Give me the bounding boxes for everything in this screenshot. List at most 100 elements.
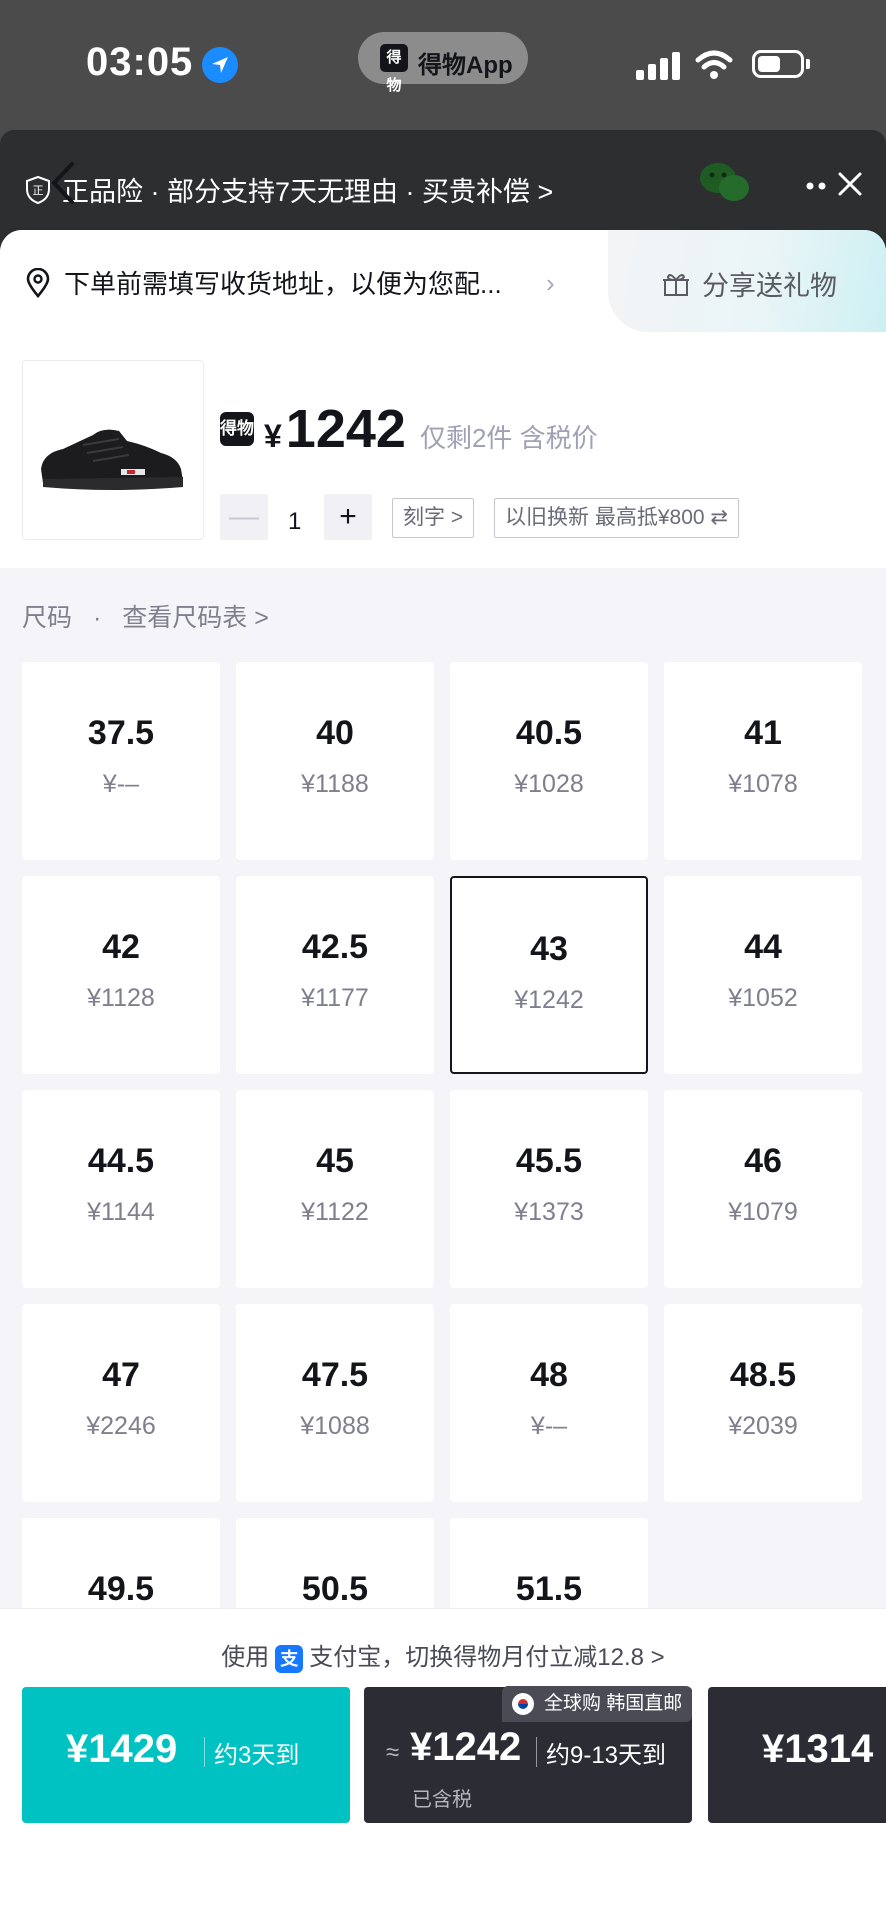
- quantity-plus-button[interactable]: +: [324, 494, 372, 540]
- status-bar: 03:05 得物 得物App: [0, 0, 886, 130]
- size-option[interactable]: 44 ¥1052: [664, 876, 862, 1074]
- size-price: ¥1188: [301, 770, 369, 798]
- wechat-icon[interactable]: [698, 160, 754, 206]
- size-price: ¥1177: [301, 984, 369, 1012]
- guarantee-text: 正品险 · 部分支持7天无理由 · 买贵补偿 >: [62, 177, 554, 207]
- price-value: 1242: [285, 399, 406, 459]
- size-value: 51.5: [515, 1570, 583, 1608]
- product-price: ¥ 1242 仅剩2件 含税价: [264, 398, 598, 460]
- purchase-bar: 使用支支付宝，切换得物月付立减12.8 > ¥1429 约3天到 ≈ ¥1242…: [0, 1608, 886, 1920]
- size-option[interactable]: 45 ¥1122: [236, 1090, 434, 1288]
- size-price: ¥1128: [87, 984, 155, 1012]
- global-shipping-label: 全球购 韩国直邮: [544, 1693, 683, 1714]
- size-value: 49.5: [87, 1570, 155, 1608]
- size-option[interactable]: 42.5 ¥1177: [236, 876, 434, 1074]
- korea-flag-icon: [512, 1693, 534, 1715]
- sneaker-image: [41, 429, 183, 490]
- size-option[interactable]: 47 ¥2246: [22, 1304, 220, 1502]
- size-price: ¥1144: [87, 1198, 155, 1226]
- size-value: 45: [316, 1142, 354, 1180]
- address-text: 下单前需填写收货地址，以便为您配...: [64, 269, 502, 299]
- approx-symbol: ≈: [386, 1739, 400, 1766]
- chevron-right-icon: ›: [546, 268, 555, 298]
- size-option[interactable]: 48 ¥-–: [450, 1304, 648, 1502]
- size-value: 37.5: [87, 714, 155, 752]
- app-pill-label: 得物App: [418, 52, 513, 79]
- size-value: 47.5: [301, 1356, 369, 1394]
- more-icon[interactable]: [806, 182, 832, 190]
- size-value: 42: [102, 928, 140, 966]
- size-option[interactable]: 40.5 ¥1028: [450, 662, 648, 860]
- buy-other-price: ¥1314: [762, 1727, 874, 1771]
- address-bar[interactable]: 下单前需填写收货地址，以便为您配... › 分享送礼物: [0, 230, 886, 332]
- address-row[interactable]: 下单前需填写收货地址，以便为您配... ›: [26, 264, 555, 301]
- buy-overseas-price: ¥1242: [410, 1725, 522, 1769]
- size-value: 45.5: [515, 1142, 583, 1180]
- alipay-icon: 支: [275, 1644, 304, 1673]
- size-option[interactable]: 44.5 ¥1144: [22, 1090, 220, 1288]
- size-price: ¥1088: [300, 1412, 370, 1440]
- wifi-icon: [695, 50, 733, 79]
- size-price: ¥-–: [530, 1412, 568, 1440]
- share-gift-button[interactable]: 分享送礼物: [608, 230, 886, 332]
- size-option[interactable]: 42 ¥1128: [22, 876, 220, 1074]
- tax-included-note: 已含税: [412, 1789, 472, 1811]
- battery-icon: [752, 50, 804, 78]
- size-option[interactable]: 46 ¥1079: [664, 1090, 862, 1288]
- size-option[interactable]: 43 ¥1242: [450, 876, 648, 1074]
- buy-fast-button[interactable]: ¥1429 约3天到: [22, 1687, 350, 1823]
- size-option[interactable]: 40 ¥1188: [236, 662, 434, 860]
- size-option[interactable]: 47.5 ¥1088: [236, 1304, 434, 1502]
- size-option[interactable]: 37.5 ¥-–: [22, 662, 220, 860]
- product-thumbnail[interactable]: [22, 360, 204, 540]
- size-value: 40: [316, 714, 354, 752]
- alipay-promo[interactable]: 使用支支付宝，切换得物月付立减12.8 >: [0, 1637, 886, 1673]
- size-value: 42.5: [301, 928, 369, 966]
- size-value: 47: [102, 1356, 140, 1394]
- location-pin-icon: [26, 267, 50, 298]
- svg-text:正: 正: [33, 184, 44, 197]
- tradein-button[interactable]: 以旧换新 最高抵¥800 ⇄: [494, 498, 739, 538]
- promo-prefix: 使用: [221, 1644, 270, 1671]
- size-value: 40.5: [515, 714, 583, 752]
- size-header: 尺码 · 查看尺码表 >: [22, 604, 269, 632]
- app-logo-icon: 得物: [380, 44, 408, 94]
- quantity-value: 1: [288, 508, 302, 535]
- buy-other-button[interactable]: ¥1314: [708, 1687, 886, 1823]
- size-value: 44.5: [87, 1142, 155, 1180]
- back-arrow-icon[interactable]: [48, 160, 78, 206]
- size-price: ¥1373: [514, 1198, 584, 1226]
- size-price: ¥-–: [102, 770, 140, 798]
- promo-text: 支付宝，切换得物月付立减12.8 >: [309, 1644, 665, 1671]
- size-value: 43: [530, 930, 568, 968]
- size-value: 41: [744, 714, 782, 752]
- size-price: ¥2039: [728, 1412, 798, 1440]
- size-option[interactable]: 48.5 ¥2039: [664, 1304, 862, 1502]
- buy-fast-eta: 约3天到: [214, 1742, 300, 1769]
- size-title: 尺码: [22, 604, 73, 632]
- size-price: ¥1242: [514, 986, 584, 1014]
- buy-overseas-eta: 约9-13天到: [546, 1742, 667, 1769]
- battery-tip: [806, 59, 810, 69]
- signal-icon: [636, 50, 680, 80]
- size-value: 50.5: [301, 1570, 369, 1608]
- status-time: 03:05: [86, 40, 194, 84]
- close-icon[interactable]: [836, 170, 864, 198]
- size-price: ¥1078: [728, 770, 798, 798]
- app-pill[interactable]: 得物 得物App: [358, 32, 528, 94]
- size-value: 48.5: [729, 1356, 797, 1394]
- engrave-button[interactable]: 刻字 >: [392, 498, 475, 538]
- brand-logo-icon: 得物: [220, 412, 254, 446]
- buy-fast-price: ¥1429: [66, 1727, 178, 1771]
- size-value: 44: [744, 928, 782, 966]
- guarantee-banner[interactable]: 正 正品险 · 部分支持7天无理由 · 买贵补偿 >: [24, 170, 553, 209]
- product-summary: 得物 ¥ 1242 仅剩2件 含税价 — 1 + 刻字 > 以旧换新 最高抵¥8…: [0, 332, 886, 568]
- size-option[interactable]: 41 ¥1078: [664, 662, 862, 860]
- gift-icon: [663, 273, 689, 296]
- size-option[interactable]: 45.5 ¥1373: [450, 1090, 648, 1288]
- size-chart-link[interactable]: 查看尺码表 >: [122, 604, 269, 632]
- quantity-minus-button[interactable]: —: [220, 494, 268, 540]
- size-value: 48: [530, 1356, 568, 1394]
- size-price: ¥2246: [86, 1412, 156, 1440]
- size-price: ¥1028: [514, 770, 584, 798]
